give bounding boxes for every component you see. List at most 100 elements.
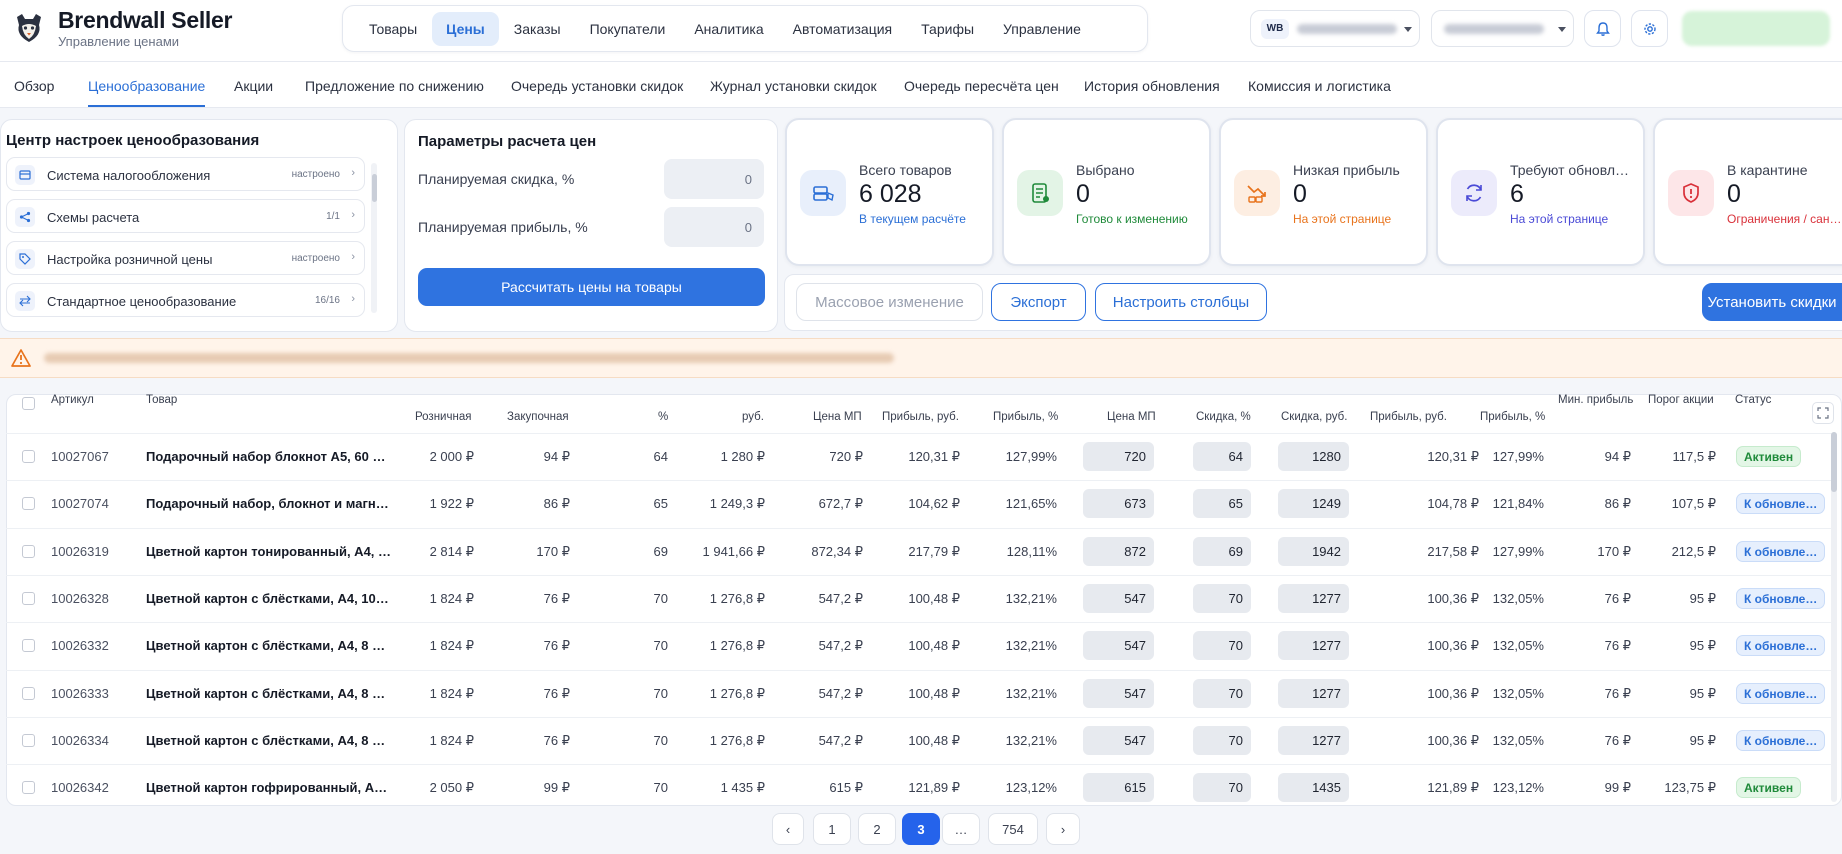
discount-rub-input[interactable]: 1942 [1278,537,1349,566]
row-checkbox[interactable] [22,781,35,794]
tab-pricing[interactable]: Ценообразование [88,78,205,94]
row-checkbox[interactable] [22,450,35,463]
row-checkbox[interactable] [22,734,35,747]
store-select[interactable] [1431,10,1574,47]
settings-item-retail-price[interactable]: Настройка розничной цены настроено › [6,241,365,275]
configure-columns-button[interactable]: Настроить столбцы [1095,283,1267,321]
table-scrollbar-thumb[interactable] [1831,432,1837,492]
discount-rub-input[interactable]: 1280 [1278,442,1349,471]
prev-page-button[interactable]: ‹ [772,813,804,845]
page-button[interactable]: 1 [813,813,851,845]
nav-item-automation[interactable]: Автоматизация [779,12,906,46]
col-retail[interactable]: Розничная [415,411,471,423]
col-rub[interactable]: руб. [742,411,764,423]
new-mp-price-input[interactable]: 547 [1083,679,1154,708]
stat-card-needs-update[interactable]: Требуют обновл… 6 На этой странице [1436,118,1645,266]
col-percent[interactable]: % [658,411,668,423]
new-mp-price-input[interactable]: 547 [1083,726,1154,755]
tab-update-history[interactable]: История обновления [1084,78,1220,94]
new-mp-price-input[interactable]: 615 [1083,773,1154,802]
row-checkbox[interactable] [22,497,35,510]
planned-discount-input[interactable]: 0 [664,159,764,199]
tab-discount-log[interactable]: Журнал установки скидок [710,78,877,94]
nav-item-analytics[interactable]: Аналитика [680,12,777,46]
col-status[interactable]: Статус [1735,394,1771,406]
fullscreen-button[interactable] [1812,402,1834,424]
settings-scrollbar-thumb[interactable] [372,174,377,202]
nav-item-management[interactable]: Управление [989,12,1095,46]
col-new-mp-price[interactable]: Цена МП [1107,411,1156,423]
tab-recalc-queue[interactable]: Очередь пересчёта цен [904,78,1059,94]
col-threshold[interactable]: Порог акции [1648,394,1714,406]
new-mp-price-input[interactable]: 673 [1083,489,1154,518]
tab-reduction-offer[interactable]: Предложение по снижению [305,78,484,94]
tab-promotions[interactable]: Акции [234,78,273,94]
nav-item-prices[interactable]: Цены [432,11,499,46]
row-checkbox[interactable] [22,639,35,652]
page-button[interactable]: 754 [988,813,1038,845]
discount-pct-input[interactable]: 69 [1193,537,1251,566]
col-article[interactable]: Артикул [51,394,94,406]
tab-commission-logistics[interactable]: Комиссия и логистика [1248,78,1391,94]
select-all-checkbox[interactable] [22,397,35,410]
marketplace-badge: WB [1261,19,1289,39]
discount-pct-input[interactable]: 70 [1193,773,1251,802]
marketplace-account-select[interactable]: WB [1250,10,1420,47]
new-mp-price-input[interactable]: 720 [1083,442,1154,471]
settings-button[interactable] [1631,10,1668,47]
stat-card-selected[interactable]: Выбрано 0 Готово к изменению [1002,118,1211,266]
stat-card-quarantine[interactable]: В карантине 0 Ограничения / сан… [1653,118,1842,266]
nav-item-tariffs[interactable]: Тарифы [907,12,988,46]
col-profit-rub[interactable]: Прибыль, руб. [882,411,959,423]
discount-rub-input[interactable]: 1277 [1278,631,1349,660]
new-mp-price-input[interactable]: 872 [1083,537,1154,566]
calculate-prices-button[interactable]: Рассчитать цены на товары [418,268,765,306]
nav-item-products[interactable]: Товары [355,12,431,46]
settings-item-standard-pricing[interactable]: Стандартное ценообразование 16/16 › [6,283,365,317]
discount-pct-input[interactable]: 70 [1193,584,1251,613]
tab-discount-queue[interactable]: Очередь установки скидок [511,78,683,94]
page-button[interactable]: 3 [902,813,940,845]
planned-profit-input[interactable]: 0 [664,207,764,247]
stat-card-total[interactable]: Всего товаров 6 028 В текущем расчёте [785,118,994,266]
col-discount-pct[interactable]: Скидка, % [1196,411,1251,423]
tab-overview[interactable]: Обзор [14,78,54,94]
table-scrollbar[interactable] [1831,432,1837,802]
discount-rub-input[interactable]: 1277 [1278,584,1349,613]
stat-card-low-profit[interactable]: Низкая прибыль 0 На этой странице [1219,118,1428,266]
next-page-button[interactable]: › [1046,813,1080,845]
col-profit-pct[interactable]: Прибыль, % [993,411,1058,423]
discount-pct-input[interactable]: 64 [1193,442,1251,471]
mass-change-button[interactable]: Массовое изменение [796,283,983,321]
row-checkbox[interactable] [22,545,35,558]
discount-rub-input[interactable]: 1249 [1278,489,1349,518]
discount-rub-input[interactable]: 1277 [1278,679,1349,708]
export-button[interactable]: Экспорт [991,283,1086,321]
settings-item-tax[interactable]: Система налогообложения настроено › [6,157,365,191]
new-mp-price-input[interactable]: 547 [1083,584,1154,613]
page-button[interactable]: 2 [858,813,896,845]
nav-item-customers[interactable]: Покупатели [576,12,680,46]
col-discount-rub[interactable]: Скидка, руб. [1281,411,1347,423]
row-checkbox[interactable] [22,592,35,605]
row-checkbox[interactable] [22,687,35,700]
col-purchase[interactable]: Закупочная [507,411,569,423]
discount-pct-input[interactable]: 70 [1193,726,1251,755]
col-min-profit[interactable]: Мин. прибыль [1558,394,1633,406]
set-discounts-button[interactable]: Установить скидки [1702,283,1842,321]
new-mp-price-input[interactable]: 547 [1083,631,1154,660]
col-new-profit-pct[interactable]: Прибыль, % [1480,411,1545,423]
settings-item-label: Система налогообложения [47,168,211,183]
settings-item-schemes[interactable]: Схемы расчета 1/1 › [6,199,365,233]
nav-item-orders[interactable]: Заказы [500,12,575,46]
col-product[interactable]: Товар [146,394,177,406]
discount-pct-input[interactable]: 70 [1193,631,1251,660]
discount-pct-input[interactable]: 65 [1193,489,1251,518]
notifications-button[interactable] [1584,10,1621,47]
discount-pct-input[interactable]: 70 [1193,679,1251,708]
discount-rub-input[interactable]: 1277 [1278,726,1349,755]
col-new-profit-rub[interactable]: Прибыль, руб. [1370,411,1447,423]
col-mp-price[interactable]: Цена МП [813,411,862,423]
discount-rub-input[interactable]: 1435 [1278,773,1349,802]
user-account-pill[interactable] [1682,11,1830,46]
